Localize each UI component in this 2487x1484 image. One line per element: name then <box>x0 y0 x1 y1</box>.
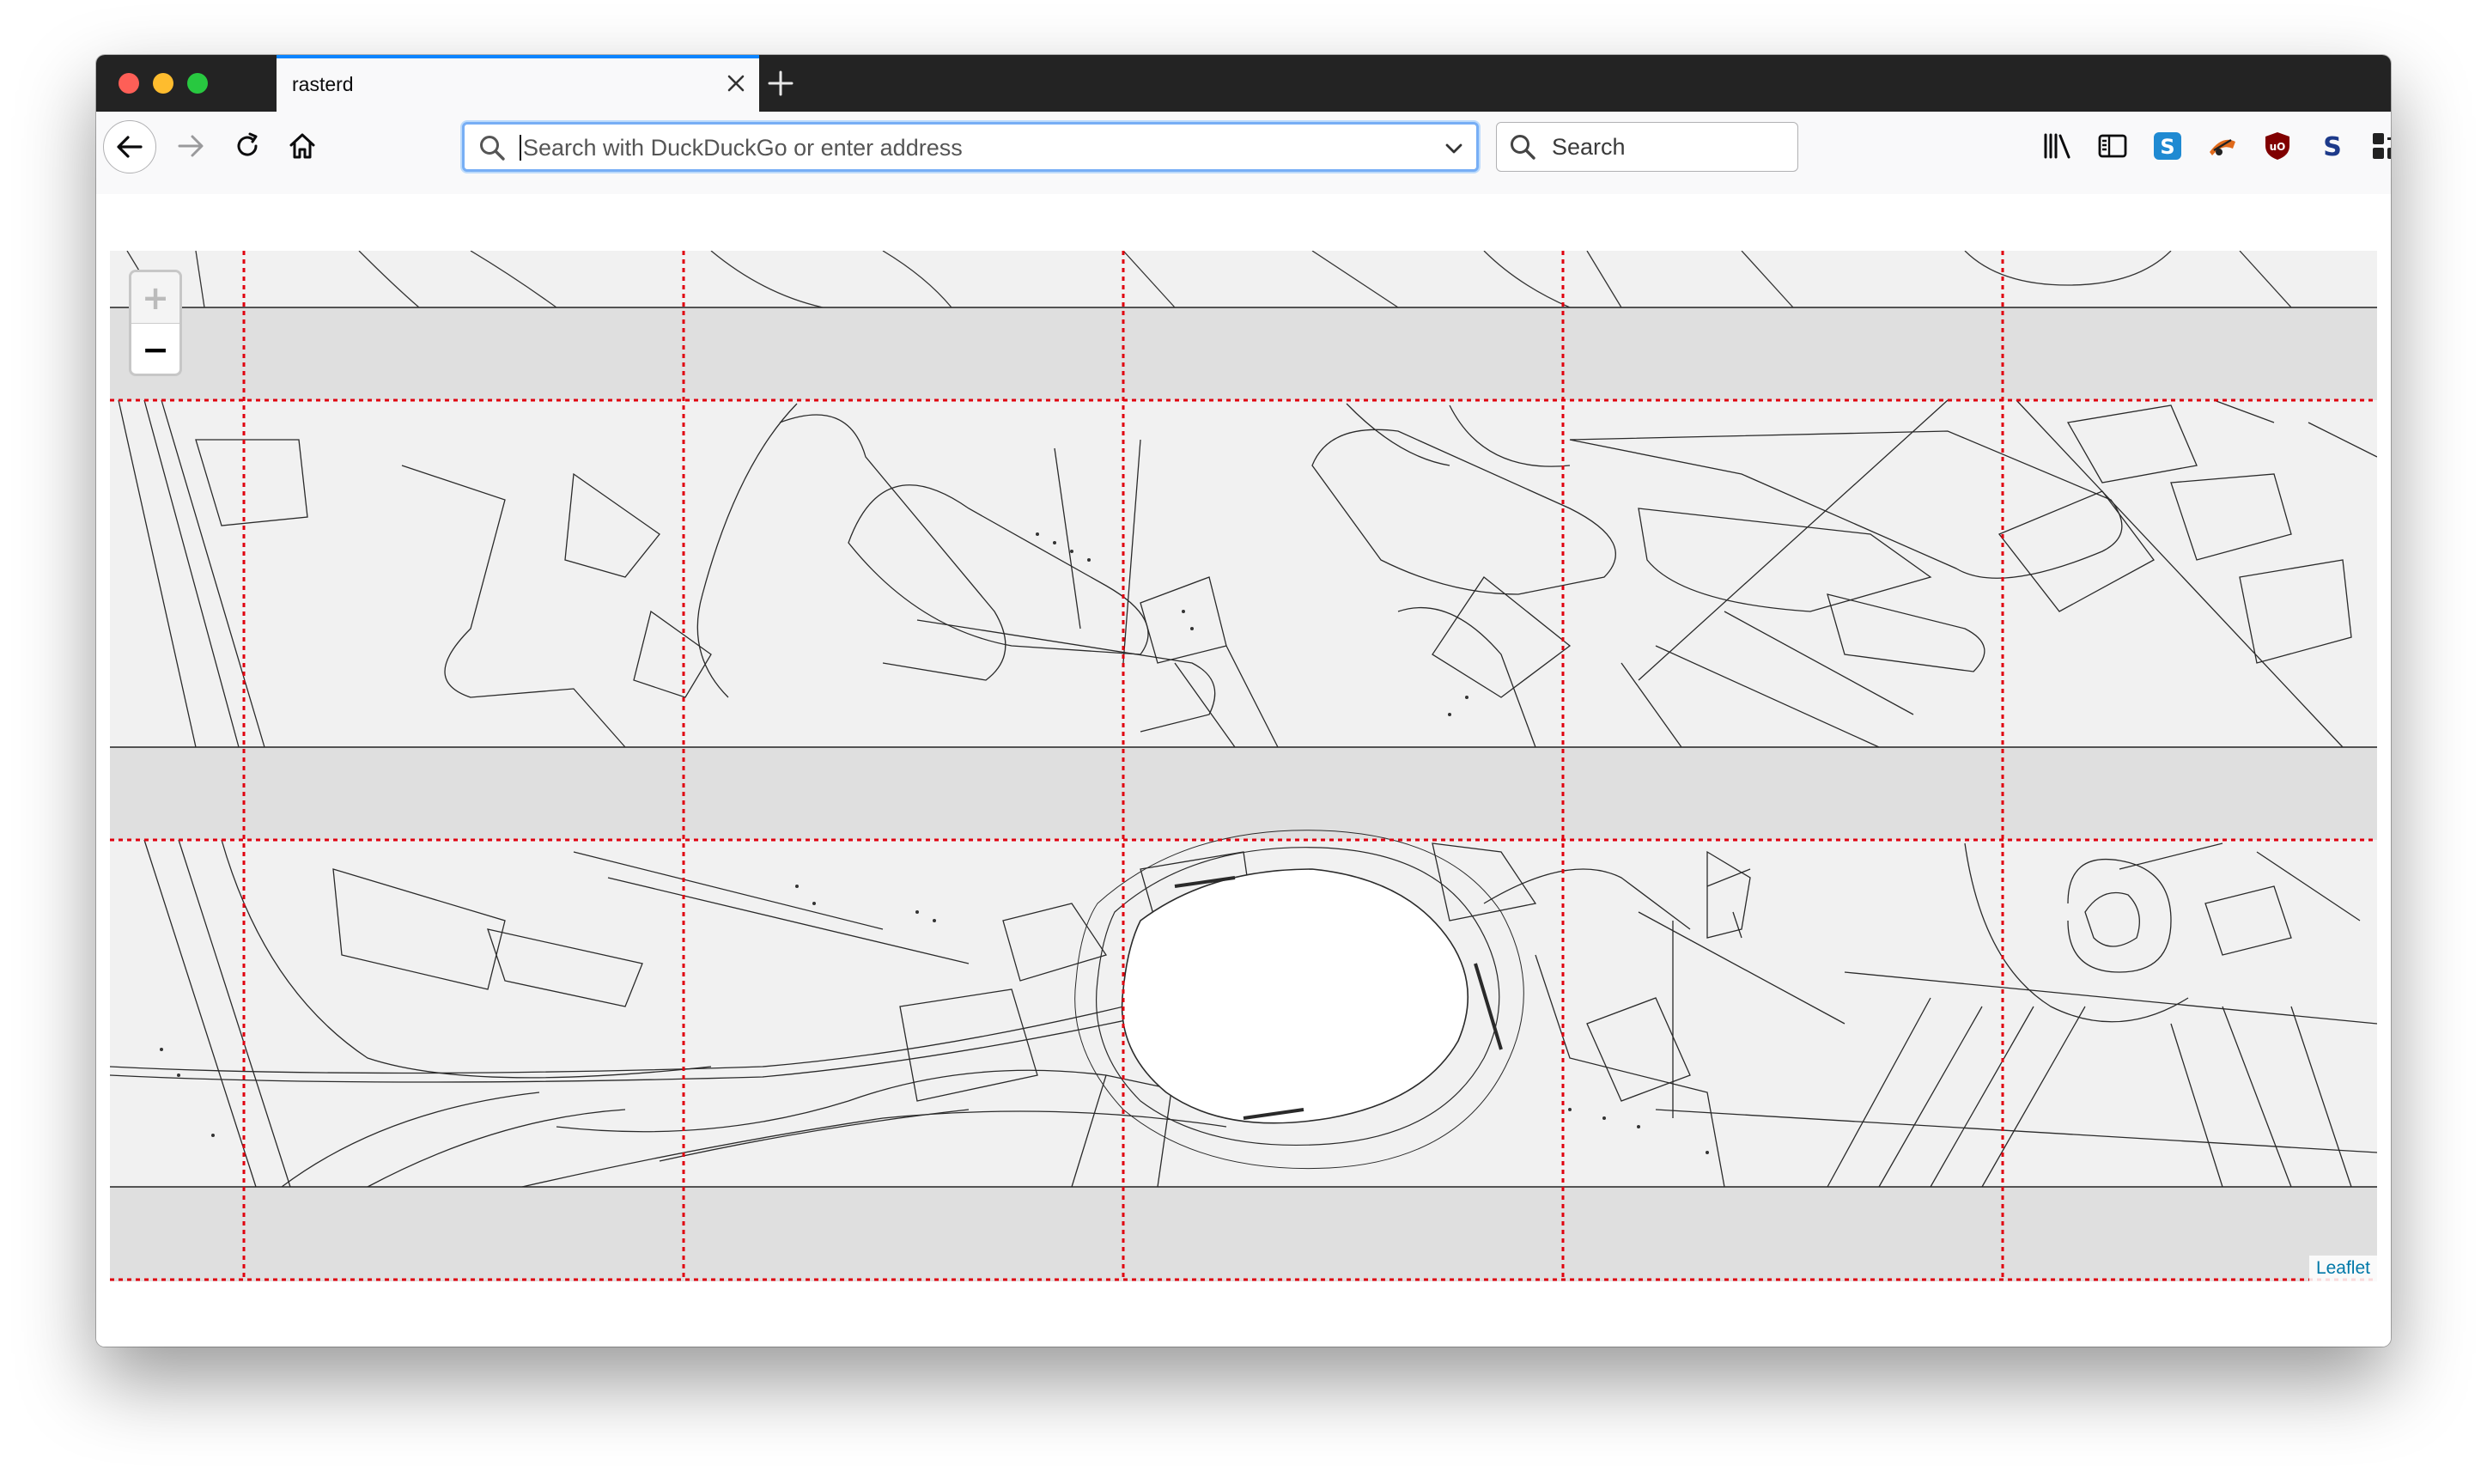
chevron-down-icon[interactable] <box>1442 137 1466 161</box>
home-icon <box>289 133 315 159</box>
search-icon <box>480 136 505 161</box>
leaflet-map[interactable]: + − Leaflet <box>110 251 2377 1281</box>
search-bar[interactable] <box>1496 122 1798 172</box>
tab-strip: rasterd <box>96 55 2391 112</box>
forward-arrow-icon <box>178 135 204 157</box>
map-tile-layer <box>110 251 2377 1281</box>
extension-icon[interactable] <box>2205 129 2240 163</box>
tile-band <box>110 251 2377 307</box>
back-button[interactable] <box>103 120 156 173</box>
svg-text:S: S <box>2323 132 2342 161</box>
reload-icon <box>237 132 258 156</box>
svg-text:S: S <box>2160 135 2174 159</box>
home-button[interactable] <box>280 124 325 168</box>
url-input[interactable] <box>521 128 1409 167</box>
tab-close-icon[interactable] <box>721 69 751 98</box>
window-close-button[interactable] <box>119 73 139 94</box>
reload-button[interactable] <box>225 124 270 168</box>
zoom-in-button[interactable]: + <box>131 272 179 323</box>
url-bar[interactable] <box>462 122 1479 172</box>
window-maximize-button[interactable] <box>187 73 208 94</box>
new-tab-button[interactable] <box>759 62 802 105</box>
tile-band <box>110 400 2377 747</box>
s-extension-icon[interactable]: S <box>2315 129 2350 163</box>
svg-text:uO: uO <box>2270 141 2286 153</box>
page-content: + − Leaflet <box>96 194 2391 1347</box>
leaflet-attribution-link[interactable]: Leaflet <box>2308 1256 2377 1281</box>
ublock-origin-icon[interactable]: uO <box>2260 129 2295 163</box>
simplenote-icon[interactable]: S <box>2150 129 2185 163</box>
window-minimize-button[interactable] <box>153 73 173 94</box>
apps-icon[interactable] <box>2368 129 2391 163</box>
library-icon[interactable] <box>2040 129 2075 163</box>
back-arrow-icon <box>117 136 143 158</box>
search-input[interactable] <box>1550 128 1785 166</box>
tab-rasterd[interactable]: rasterd <box>277 55 759 112</box>
zoom-control: + − <box>129 270 182 376</box>
forward-button[interactable] <box>168 124 213 168</box>
navigation-toolbar: S uO S <box>96 112 2391 195</box>
zoom-out-button[interactable]: − <box>131 323 179 374</box>
sidebar-icon[interactable] <box>2095 129 2130 163</box>
plus-icon <box>768 70 794 96</box>
search-icon <box>1511 135 1535 160</box>
tab-title: rasterd <box>292 73 354 95</box>
browser-window: rasterd Search with DuckDuckGo or enter … <box>96 55 2391 1347</box>
